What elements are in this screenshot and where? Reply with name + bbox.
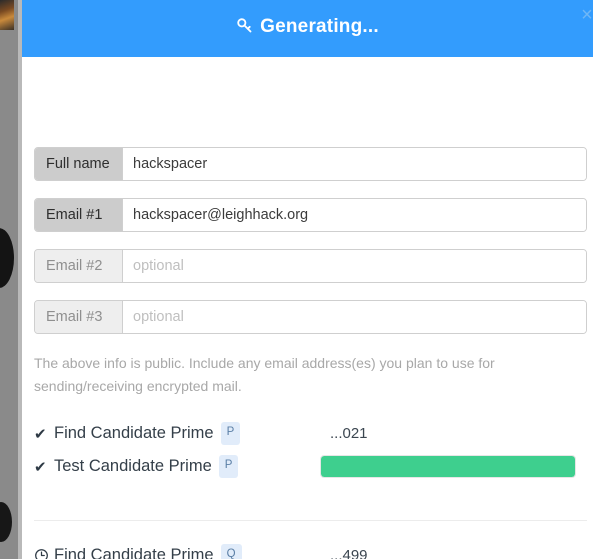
check-icon: ✔ <box>34 425 47 443</box>
task-test-prime-p: ✔ Test Candidate Prime P <box>34 450 239 483</box>
generating-modal: Generating... × Full name hackspacer Ema… <box>22 0 593 559</box>
value-text: ...499 <box>330 547 368 559</box>
full-name-row: Full name hackspacer <box>34 147 587 181</box>
progress-track <box>320 455 576 478</box>
check-icon: ✔ <box>34 458 47 476</box>
task-badge-p: P <box>220 422 241 445</box>
close-icon[interactable]: × <box>574 2 593 28</box>
email3-input[interactable]: optional <box>123 301 586 333</box>
progress-group-q: Find Candidate Prime Q ...499 Test Candi… <box>22 539 593 559</box>
task-value: ...499 <box>330 539 368 559</box>
progress-bar-test-prime-p <box>320 455 576 478</box>
task-value: ...021 <box>330 417 368 450</box>
progress-fill <box>321 456 575 477</box>
key-icon <box>236 16 253 42</box>
task-label: Test Candidate Prime <box>54 457 212 475</box>
email2-input[interactable]: optional <box>123 250 586 282</box>
value-text: ...021 <box>330 425 368 442</box>
modal-title: Generating... <box>22 14 593 42</box>
email2-label: Email #2 <box>35 250 123 282</box>
task-badge-p: P <box>218 455 239 478</box>
modal-title-text: Generating... <box>260 16 379 37</box>
progress-row: Find Candidate Prime Q ...499 <box>22 539 593 559</box>
progress-row: ✔ Test Candidate Prime P <box>22 450 593 483</box>
privacy-help-text: The above info is public. Include any em… <box>34 355 495 394</box>
email1-label: Email #1 <box>35 199 123 231</box>
email3-label: Email #3 <box>35 301 123 333</box>
task-find-prime-p: ✔ Find Candidate Prime P <box>34 417 241 450</box>
modal-header: Generating... × <box>22 0 593 57</box>
backdrop-shape <box>0 228 14 288</box>
email1-row: Email #1 hackspacer@leighhack.org <box>34 198 587 232</box>
email1-input[interactable]: hackspacer@leighhack.org <box>123 199 586 231</box>
task-label: Find Candidate Prime <box>54 546 214 559</box>
progress-row: ✔ Find Candidate Prime P ...021 <box>22 417 593 450</box>
email3-row: Email #3 optional <box>34 300 587 334</box>
full-name-input[interactable]: hackspacer <box>123 148 586 180</box>
task-label: Find Candidate Prime <box>54 424 214 442</box>
clock-icon <box>34 548 54 559</box>
page-backdrop <box>0 0 22 559</box>
progress-group-p: ✔ Find Candidate Prime P ...021 ✔ Test C… <box>22 417 593 483</box>
task-badge-q: Q <box>220 544 242 559</box>
task-find-prime-q: Find Candidate Prime Q <box>34 539 242 559</box>
email2-row: Email #2 optional <box>34 249 587 283</box>
backdrop-shape-secondary <box>0 502 12 542</box>
section-divider <box>34 520 587 521</box>
backdrop-photo-fragment <box>0 0 14 30</box>
full-name-label: Full name <box>35 148 123 180</box>
